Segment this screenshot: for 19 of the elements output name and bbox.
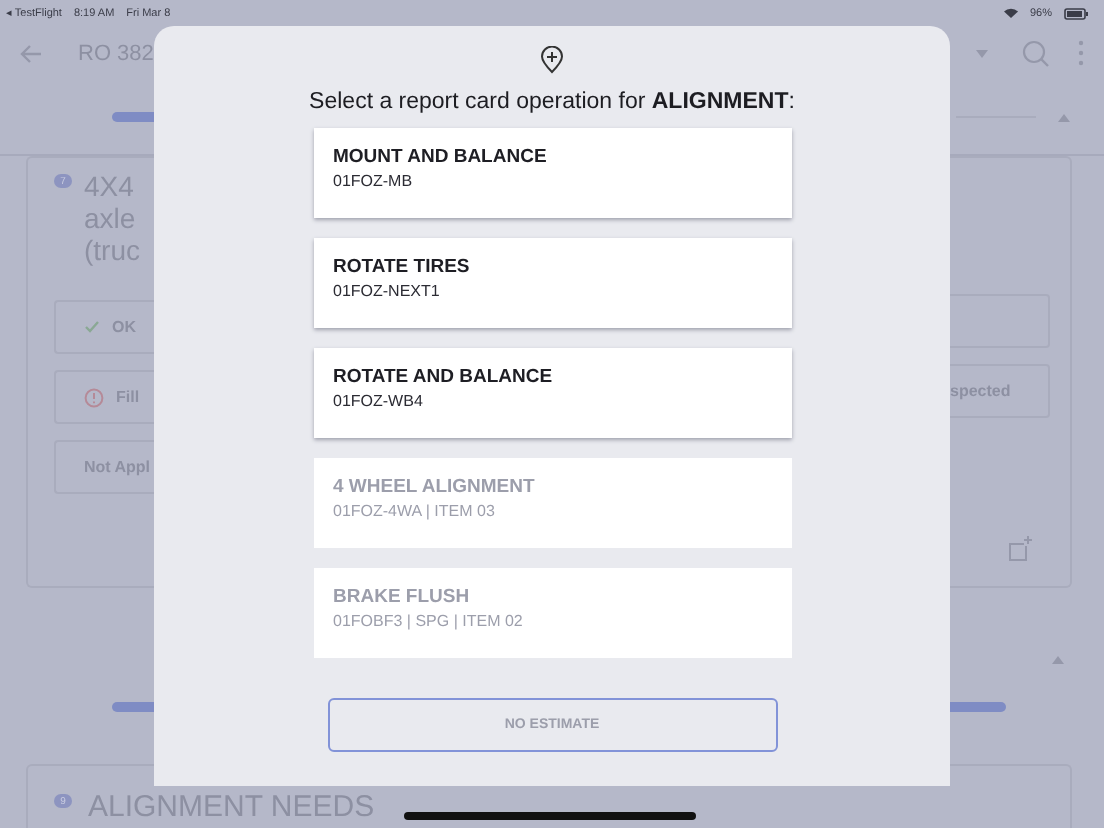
page-indicator [112, 702, 154, 712]
operation-option[interactable]: ROTATE AND BALANCE 01FOZ-WB4 [313, 348, 791, 438]
back-icon[interactable] [20, 43, 42, 63]
wifi-icon [1003, 8, 1018, 18]
more-icon[interactable] [1078, 40, 1084, 66]
page-indicator [950, 702, 1006, 712]
collapse-icon[interactable] [1052, 656, 1064, 664]
operation-option[interactable]: MOUNT AND BALANCE 01FOZ-MB [313, 128, 791, 218]
dialog-title: Select a report card operation for ALIGNMENT: [309, 90, 795, 114]
search-icon[interactable] [1022, 39, 1050, 67]
check-icon [84, 320, 100, 334]
warning-icon [84, 387, 104, 407]
collapse-icon[interactable] [1058, 113, 1070, 121]
add-location-icon [540, 46, 564, 74]
add-note-icon[interactable] [1008, 536, 1034, 562]
battery-icon [1064, 7, 1088, 19]
page-indicator [112, 112, 154, 122]
caret-icon[interactable] [976, 49, 988, 57]
operation-option[interactable]: ROTATE TIRES 01FOZ-NEXT1 [313, 238, 791, 328]
